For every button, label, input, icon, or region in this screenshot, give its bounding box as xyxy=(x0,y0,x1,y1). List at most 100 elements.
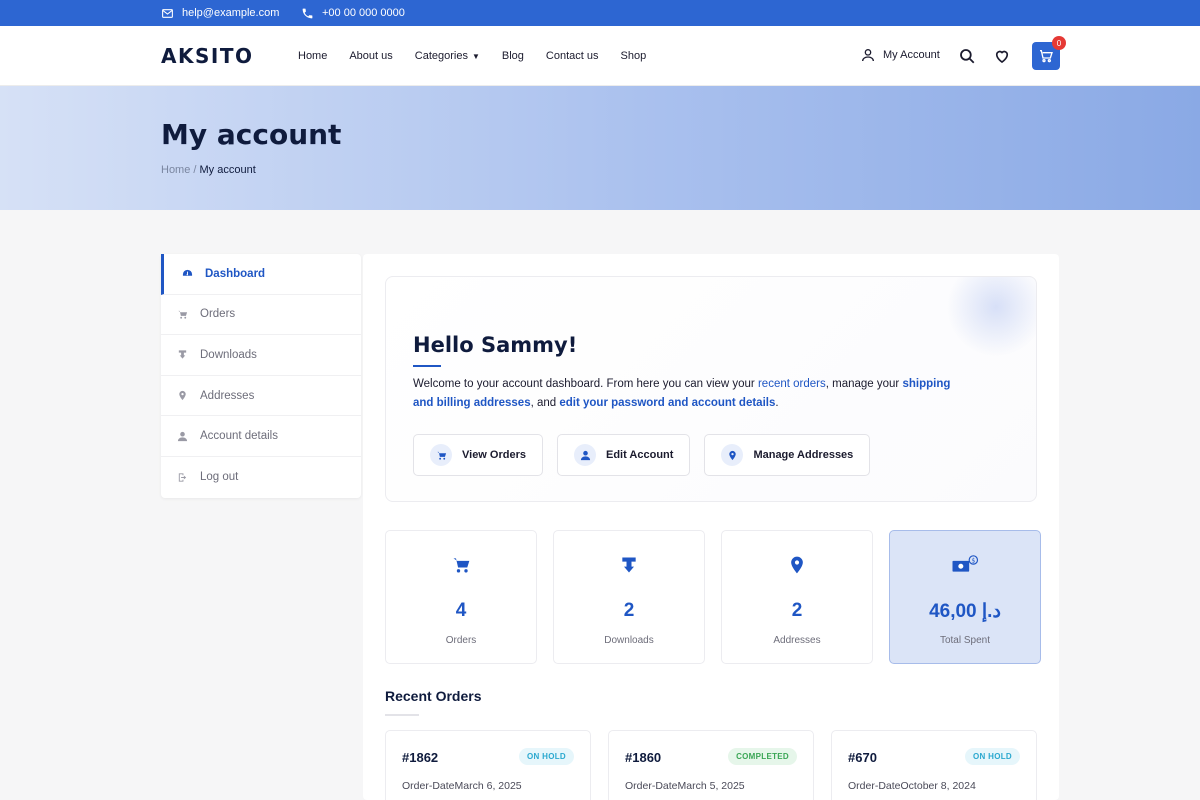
heart-icon[interactable] xyxy=(993,47,1011,65)
cart-icon xyxy=(1040,50,1053,63)
stat-value: 2 xyxy=(623,600,635,621)
sidebar-item-orders[interactable]: Orders xyxy=(161,295,361,336)
sidebar-item-addresses[interactable]: Addresses xyxy=(161,376,361,417)
welcome-text: Welcome to your account dashboard. From … xyxy=(413,375,973,413)
quick-actions: View Orders Edit Account Manage Addresse… xyxy=(413,434,871,476)
stat-label: Total Spent xyxy=(939,635,991,646)
status-badge: ON HOLD xyxy=(965,748,1020,765)
sidebar-item-label: Downloads xyxy=(200,348,257,361)
account-sidebar: Dashboard Orders Downloads Addresses Acc… xyxy=(161,254,361,498)
breadcrumb: Home / My account xyxy=(161,164,256,176)
order-card[interactable]: #670 ON HOLD Order-DateOctober 8, 2024 xyxy=(831,730,1037,800)
site-logo[interactable]: AKSITO xyxy=(161,44,253,68)
status-badge: ON HOLD xyxy=(519,748,574,765)
nav-contact[interactable]: Contact us xyxy=(546,50,599,62)
sidebar-item-downloads[interactable]: Downloads xyxy=(161,335,361,376)
svg-text:$: $ xyxy=(971,557,975,564)
view-orders-button[interactable]: View Orders xyxy=(413,434,543,476)
nav-home[interactable]: Home xyxy=(298,50,327,62)
edit-account-button[interactable]: Edit Account xyxy=(557,434,691,476)
breadcrumb-separator: / xyxy=(190,164,200,176)
stat-card-downloads[interactable]: 2 Downloads xyxy=(553,530,705,664)
sidebar-item-logout[interactable]: Log out xyxy=(161,457,361,498)
logout-icon xyxy=(178,473,187,482)
order-number: #670 xyxy=(848,750,877,765)
view-orders-label: View Orders xyxy=(462,449,526,461)
site-header: AKSITO Home About us Categories ▼ Blog Co… xyxy=(0,26,1200,86)
cart-button[interactable]: 0 xyxy=(1032,36,1066,70)
user-icon xyxy=(574,444,596,466)
intro-text-4: . xyxy=(775,397,779,409)
order-date: Order-DateMarch 6, 2025 xyxy=(402,780,522,792)
cart-count-badge: 0 xyxy=(1052,36,1066,50)
email-text: help@example.com xyxy=(182,7,280,19)
chevron-down-icon: ▼ xyxy=(471,51,480,61)
stat-card-addresses[interactable]: 2 Addresses xyxy=(721,530,873,664)
intro-text-1: Welcome to your account dashboard. From … xyxy=(413,378,758,390)
heading-underline xyxy=(413,365,441,367)
intro-text-2: , manage your xyxy=(825,378,903,390)
dashboard-content: Hello Sammy! Welcome to your account das… xyxy=(363,254,1059,800)
sidebar-item-label: Log out xyxy=(200,471,239,484)
heading-underline xyxy=(385,714,419,716)
order-card[interactable]: #1860 COMPLETED Order-DateMarch 5, 2025 xyxy=(608,730,814,800)
account-details-link[interactable]: edit your password and account details xyxy=(559,397,775,409)
breadcrumb-current: My account xyxy=(199,164,256,176)
stat-card-total-spent[interactable]: $ د.إ 46,00 Total Spent xyxy=(889,530,1041,664)
sidebar-item-label: Addresses xyxy=(200,389,255,402)
stats-row: 4 Orders 2 Downloads 2 Addresses $ د.إ 4… xyxy=(385,530,1041,664)
order-card[interactable]: #1862 ON HOLD Order-DateMarch 6, 2025 xyxy=(385,730,591,800)
download-icon xyxy=(178,350,187,360)
stat-value: 4 xyxy=(455,600,467,621)
main-nav: Home About us Categories ▼ Blog Contact u… xyxy=(298,26,646,86)
nav-categories[interactable]: Categories ▼ xyxy=(415,50,480,62)
nav-about[interactable]: About us xyxy=(349,50,392,62)
user-icon xyxy=(862,49,874,62)
recent-orders-list: #1862 ON HOLD Order-DateMarch 6, 2025 #1… xyxy=(385,730,1037,800)
top-contact-bar: help@example.com +00 00 000 0000 xyxy=(0,0,1200,26)
status-badge: COMPLETED xyxy=(728,748,797,765)
stat-value: د.إ 46,00 xyxy=(929,601,1001,622)
cart-icon xyxy=(430,444,452,466)
download-icon xyxy=(619,555,639,575)
manage-addresses-label: Manage Addresses xyxy=(753,449,854,461)
email-contact[interactable]: help@example.com xyxy=(161,0,279,26)
stat-card-orders[interactable]: 4 Orders xyxy=(385,530,537,664)
money-icon: $ xyxy=(948,555,982,575)
page-hero: My account Home / My account xyxy=(0,86,1200,210)
welcome-heading: Hello Sammy! xyxy=(413,333,578,357)
cart-icon xyxy=(451,555,471,575)
my-account-label: My Account xyxy=(883,49,940,61)
order-date: Order-DateMarch 5, 2025 xyxy=(625,780,745,792)
stat-label: Orders xyxy=(445,635,477,646)
user-icon xyxy=(177,431,188,441)
stat-label: Downloads xyxy=(604,635,654,646)
sidebar-item-label: Account details xyxy=(200,430,278,443)
cart-icon xyxy=(178,310,188,319)
sidebar-item-label: Dashboard xyxy=(205,267,266,280)
location-pin-icon xyxy=(721,444,744,466)
order-number: #1862 xyxy=(402,750,439,765)
recent-orders-link[interactable]: recent orders xyxy=(758,378,826,390)
intro-text-3: , and xyxy=(530,397,560,409)
edit-account-label: Edit Account xyxy=(606,449,674,461)
location-pin-icon xyxy=(787,555,807,575)
order-date: Order-DateOctober 8, 2024 xyxy=(848,780,976,792)
my-account-link[interactable]: My Account xyxy=(860,47,940,63)
phone-contact[interactable]: +00 00 000 0000 xyxy=(301,0,405,26)
sidebar-item-account-details[interactable]: Account details xyxy=(161,416,361,457)
breadcrumb-home[interactable]: Home xyxy=(161,164,190,176)
stat-value: 2 xyxy=(791,600,803,621)
sidebar-item-dashboard[interactable]: Dashboard xyxy=(161,254,361,295)
nav-shop[interactable]: Shop xyxy=(621,50,647,62)
search-icon[interactable] xyxy=(958,47,976,65)
nav-categories-label: Categories xyxy=(414,50,468,62)
order-number: #1860 xyxy=(625,750,662,765)
page-title: My account xyxy=(161,118,342,151)
stat-label: Addresses xyxy=(773,635,821,646)
manage-addresses-button[interactable]: Manage Addresses xyxy=(704,434,871,476)
dashboard-icon xyxy=(182,270,193,277)
mail-icon xyxy=(162,8,173,18)
decorative-glow xyxy=(946,277,1036,357)
nav-blog[interactable]: Blog xyxy=(502,50,524,62)
